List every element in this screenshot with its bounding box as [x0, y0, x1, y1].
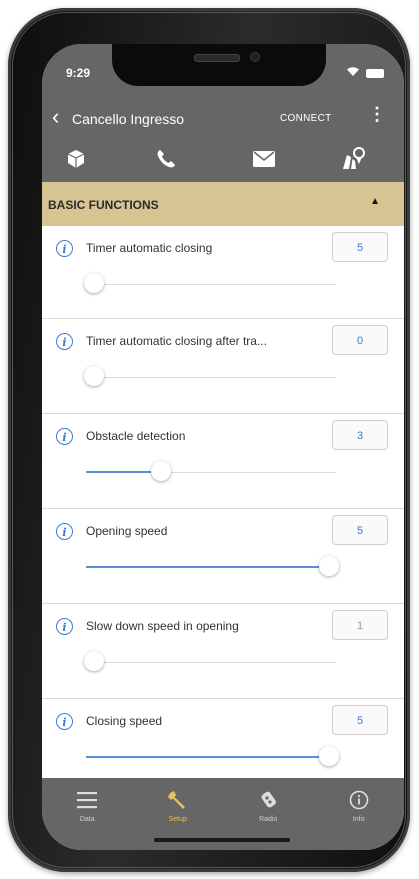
notch [112, 44, 326, 86]
setting-row: i Obstacle detection 3 [42, 414, 404, 509]
battery-icon [366, 68, 384, 78]
setting-value-field[interactable]: 5 [332, 232, 388, 262]
slider-thumb[interactable] [318, 556, 339, 576]
slider-thumb[interactable] [318, 746, 339, 766]
section-header-basic-functions[interactable]: BASIC FUNCTIONS ▲ [42, 182, 404, 226]
page-title: Cancello Ingresso [72, 111, 185, 127]
info-icon[interactable]: i [56, 523, 73, 540]
slider-thumb[interactable] [83, 273, 104, 293]
setting-label: Opening speed [86, 524, 168, 538]
setting-row: i Timer automatic closing 5 [42, 226, 404, 319]
setting-row: i Slow down speed in opening 1 [42, 604, 404, 699]
setting-slider[interactable] [83, 366, 336, 386]
wifi-icon [346, 64, 360, 82]
slider-fill [86, 471, 161, 473]
status-time: 9:29 [66, 66, 91, 80]
setting-value-field[interactable]: 1 [332, 610, 388, 640]
setting-label: Timer automatic closing after tra... [86, 334, 267, 348]
info-icon[interactable]: i [56, 428, 73, 445]
icon-toolbar [42, 138, 404, 182]
setting-label: Timer automatic closing [86, 241, 213, 255]
info-icon[interactable]: i [56, 333, 73, 350]
setting-value-field[interactable]: 5 [332, 515, 388, 545]
slider-thumb[interactable] [83, 366, 104, 386]
setting-label: Obstacle detection [86, 429, 186, 443]
front-camera [250, 52, 260, 62]
slider-fill [86, 566, 329, 568]
section-title: BASIC FUNCTIONS [48, 198, 159, 212]
back-chevron-icon[interactable]: ‹ [52, 104, 59, 130]
phone-icon[interactable] [152, 146, 180, 172]
setting-row: i Timer automatic closing after tra... 0 [42, 319, 404, 414]
info-icon[interactable]: i [56, 713, 73, 730]
phone-screen: 9:29 ‹ Cancello Ingresso CONNECT ⋮ BASIC… [42, 44, 404, 850]
setting-row: i Opening speed 5 [42, 509, 404, 604]
slider-thumb[interactable] [83, 651, 104, 671]
tab-label: Info [352, 816, 365, 823]
remote-icon [257, 788, 279, 812]
setting-value-field[interactable]: 0 [332, 325, 388, 355]
setting-slider[interactable] [86, 556, 339, 576]
settings-list: i Timer automatic closing 5 i Timer auto… [42, 226, 404, 794]
collapse-triangle-icon[interactable]: ▲ [370, 196, 380, 207]
tab-label: Data [79, 816, 95, 823]
info-icon[interactable]: i [56, 618, 73, 635]
list-icon [77, 788, 98, 812]
setting-value-field[interactable]: 5 [332, 705, 388, 735]
home-indicator[interactable] [154, 838, 290, 842]
info-icon[interactable]: i [56, 240, 73, 257]
tab-label: Setup [168, 816, 187, 823]
setting-value-field[interactable]: 3 [332, 420, 388, 450]
slider-thumb[interactable] [151, 461, 171, 481]
box-icon[interactable] [62, 146, 90, 172]
mail-icon[interactable] [250, 146, 278, 172]
setting-slider[interactable] [86, 461, 336, 481]
status-bar: 9:29 [42, 44, 404, 98]
setting-label: Slow down speed in opening [86, 619, 239, 633]
system-icons [346, 64, 384, 82]
wrench-icon [167, 788, 189, 812]
tab-label: Radio [259, 816, 278, 823]
tab-info[interactable]: Info [314, 778, 405, 850]
setting-label: Closing speed [86, 714, 163, 728]
phone-frame: 9:29 ‹ Cancello Ingresso CONNECT ⋮ BASIC… [8, 8, 410, 872]
slider-fill [86, 756, 329, 758]
setting-slider[interactable] [86, 746, 339, 766]
tab-data[interactable]: Data [42, 778, 133, 850]
map-pin-icon[interactable] [340, 146, 368, 172]
setting-slider[interactable] [83, 651, 336, 671]
speaker-grille [194, 54, 240, 62]
connect-button[interactable]: CONNECT [280, 113, 332, 124]
info-icon [349, 788, 369, 812]
setting-slider[interactable] [83, 273, 336, 293]
more-vertical-icon[interactable]: ⋮ [368, 104, 386, 124]
app-bar: ‹ Cancello Ingresso CONNECT ⋮ [42, 98, 404, 138]
